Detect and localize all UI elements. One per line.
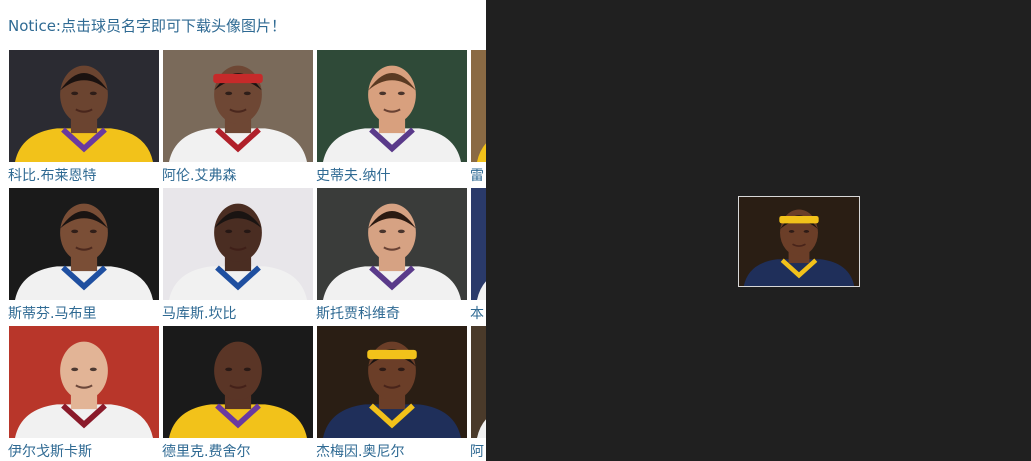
- player-card: 本: [470, 187, 486, 325]
- player-name-link[interactable]: 德里克.费舍尔: [162, 441, 250, 461]
- player-photo: [163, 326, 313, 438]
- player-card: 德里克.费舍尔: [162, 325, 314, 461]
- player-photo: [163, 50, 313, 162]
- player-grid: 科比.布莱恩特 阿伦.艾弗森 史蒂夫.纳什 雷 斯蒂芬.马布里 马库斯.坎比 斯…: [8, 49, 486, 461]
- player-photo: [163, 188, 313, 300]
- player-name-link[interactable]: 阿: [470, 441, 484, 461]
- player-photo: [9, 188, 159, 300]
- player-name-link[interactable]: 斯蒂芬.马布里: [8, 303, 96, 323]
- player-row: 科比.布莱恩特 阿伦.艾弗森 史蒂夫.纳什 雷: [8, 49, 486, 187]
- player-card: 杰梅因.奥尼尔: [316, 325, 468, 461]
- player-name-link[interactable]: 伊尔戈斯卡斯: [8, 441, 92, 461]
- player-name-link[interactable]: 马库斯.坎比: [162, 303, 236, 323]
- preview-image: [738, 196, 860, 287]
- player-card: 伊尔戈斯卡斯: [8, 325, 160, 461]
- player-photo: [317, 50, 467, 162]
- player-row: 斯蒂芬.马布里 马库斯.坎比 斯托贾科维奇 本: [8, 187, 486, 325]
- player-name-link[interactable]: 杰梅因.奥尼尔: [316, 441, 404, 461]
- player-photo: [9, 326, 159, 438]
- preview-panel: [486, 0, 1031, 461]
- player-photo: [471, 188, 486, 300]
- player-name-link[interactable]: 科比.布莱恩特: [8, 165, 96, 185]
- player-name-link[interactable]: 史蒂夫.纳什: [316, 165, 390, 185]
- player-card: 阿伦.艾弗森: [162, 49, 314, 187]
- player-card: 雷: [470, 49, 486, 187]
- player-card: 斯蒂芬.马布里: [8, 187, 160, 325]
- player-card: 科比.布莱恩特: [8, 49, 160, 187]
- player-photo: [317, 326, 467, 438]
- player-photo: [317, 188, 467, 300]
- player-name-link[interactable]: 斯托贾科维奇: [316, 303, 400, 323]
- player-gallery-panel: Notice:点击球员名字即可下载头像图片！ 科比.布莱恩特 阿伦.艾弗森 史蒂…: [0, 0, 486, 461]
- notice-text: Notice:点击球员名字即可下载头像图片！: [8, 17, 286, 35]
- player-photo: [471, 50, 486, 162]
- player-name-link[interactable]: 本: [470, 303, 484, 323]
- player-name-link[interactable]: 阿伦.艾弗森: [162, 165, 236, 185]
- player-row: 伊尔戈斯卡斯 德里克.费舍尔 杰梅因.奥尼尔 阿: [8, 325, 486, 461]
- player-card: 阿: [470, 325, 486, 461]
- player-card: 史蒂夫.纳什: [316, 49, 468, 187]
- player-card: 马库斯.坎比: [162, 187, 314, 325]
- player-photo: [9, 50, 159, 162]
- player-photo: [471, 326, 486, 438]
- player-name-link[interactable]: 雷: [470, 165, 484, 185]
- player-card: 斯托贾科维奇: [316, 187, 468, 325]
